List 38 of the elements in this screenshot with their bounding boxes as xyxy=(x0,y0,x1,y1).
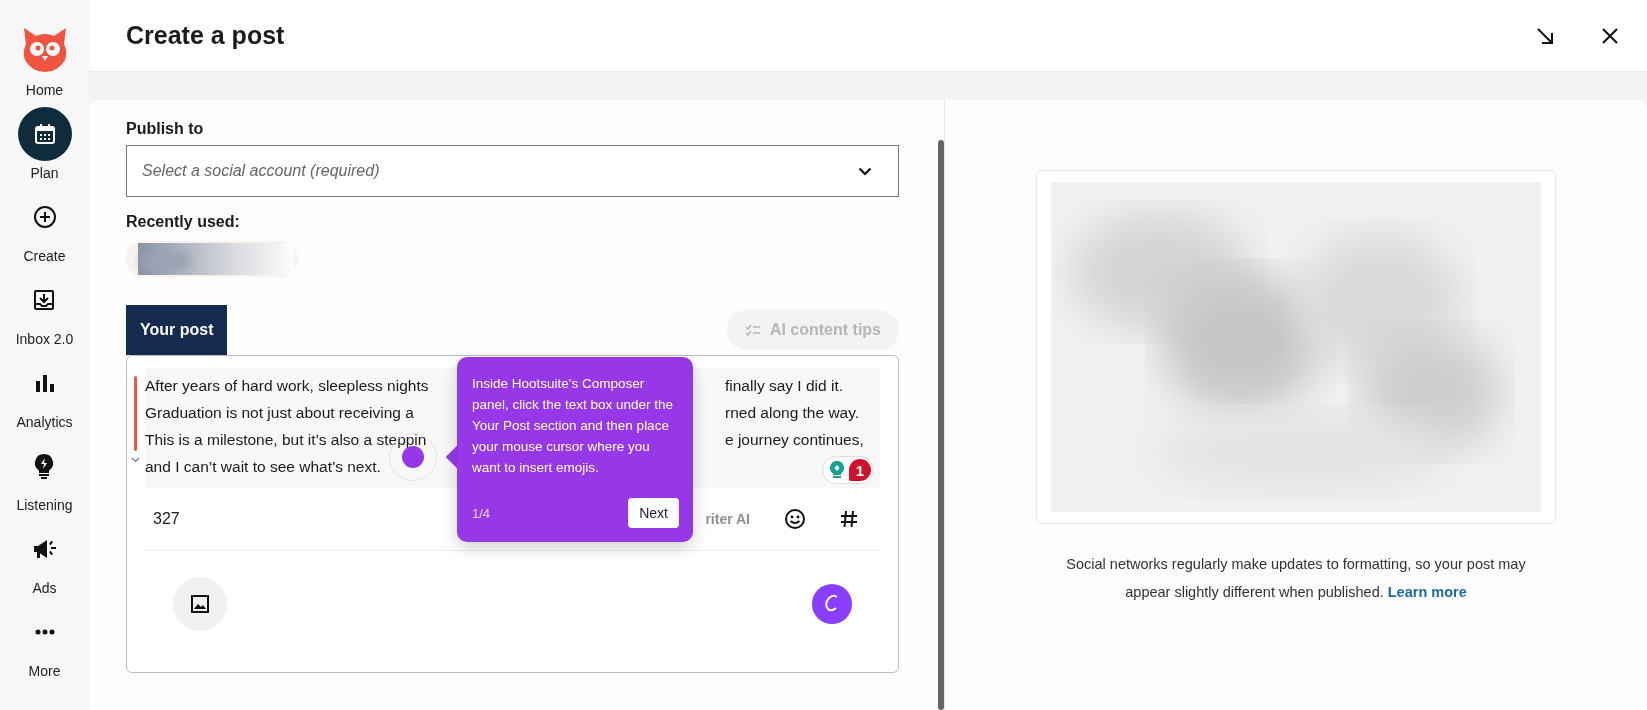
chevron-down-icon xyxy=(131,457,140,463)
suggestion-badge[interactable]: 1 xyxy=(822,456,874,484)
sidebar-item[interactable]: Home xyxy=(16,22,73,105)
lightbulb-icon xyxy=(829,460,845,480)
post-text: e journey continues, xyxy=(725,430,864,450)
close-icon[interactable] xyxy=(1601,26,1619,45)
sidebar-item[interactable]: Inbox 2.0 xyxy=(15,273,74,354)
design-app-icon[interactable] xyxy=(812,584,852,624)
sidebar-item[interactable]: More xyxy=(17,605,72,686)
sidebar-item[interactable]: Plan xyxy=(17,107,72,188)
sidebar-item[interactable]: Analytics xyxy=(16,356,73,437)
sidebar-item[interactable]: Ads xyxy=(17,522,72,603)
hashtag-icon[interactable] xyxy=(840,510,858,528)
post-text: and I can’t wait to see what’s next. xyxy=(145,457,381,477)
sidebar-item[interactable]: Create xyxy=(17,190,72,271)
publish-label: Publish to xyxy=(126,120,205,138)
step-counter: 1/4 xyxy=(472,505,491,521)
post-editor[interactable] xyxy=(126,355,899,673)
preview-note: Social networks regularly make updates to formatting, so your post may appear slightly different when published. Learn more xyxy=(1065,555,1527,602)
character-count: 327 xyxy=(153,510,180,528)
sidebar-item[interactable]: Listening xyxy=(16,439,73,520)
tour-text: Inside Hootsuite's Composer panel, click the text box under the Your Post section and then place your mouse cursor where you want to insert emojis. xyxy=(472,375,675,477)
next-button[interactable]: Next xyxy=(628,498,679,528)
post-text: Graduation is not just about receiving a xyxy=(145,403,414,423)
image-icon xyxy=(190,594,210,614)
account-select[interactable]: Select a social account (required) xyxy=(126,145,899,197)
chevron-down-icon xyxy=(858,166,872,176)
minimize-arrow-icon[interactable] xyxy=(1535,25,1555,46)
post-tab[interactable]: Your post xyxy=(126,305,228,355)
emoji-icon[interactable] xyxy=(784,508,806,530)
post-text: finally say I did it. xyxy=(725,376,844,396)
recent-label: Recently used: xyxy=(126,213,241,231)
post-text: This is a milestone, but it’s also a steppin xyxy=(145,430,427,450)
window-title: Create a post xyxy=(126,21,285,50)
post-text: rned along the way. xyxy=(725,403,860,423)
learn-more-link[interactable]: Learn more xyxy=(1387,584,1467,600)
checklist-icon xyxy=(744,324,761,336)
post-text: After years of hard work, sleepless nights xyxy=(145,376,429,396)
